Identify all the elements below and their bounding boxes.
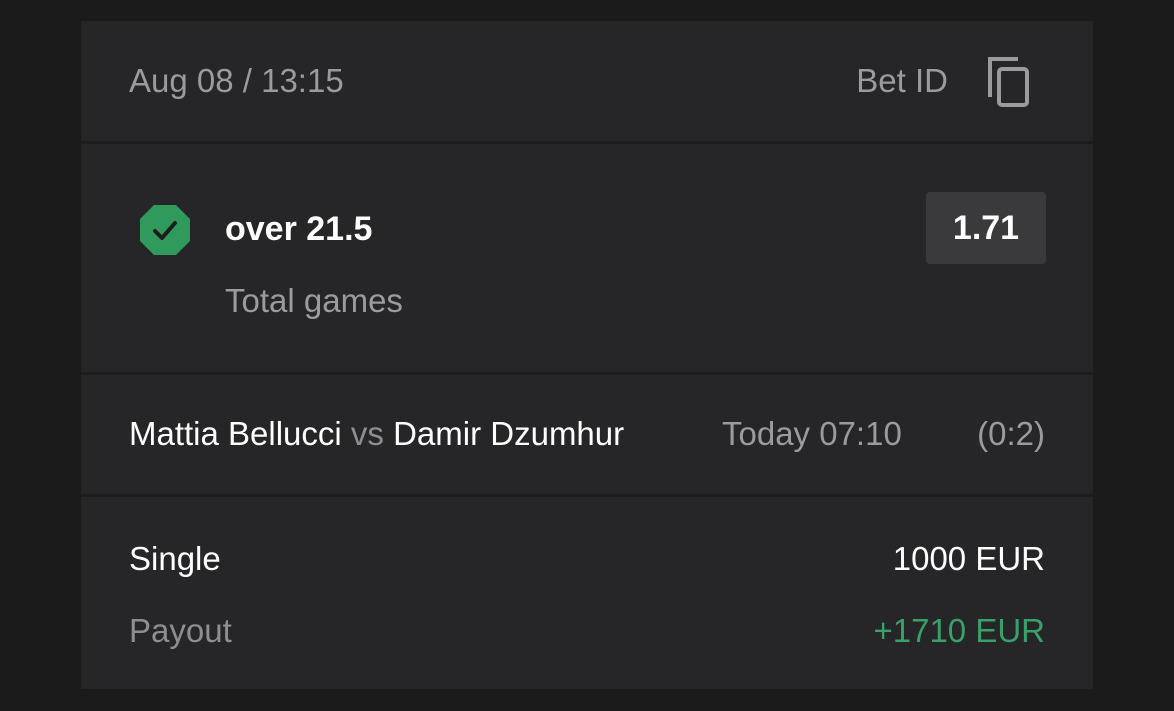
odds-badge: 1.71 — [926, 192, 1046, 264]
vs-label: vs — [350, 415, 384, 452]
match-info: Mattia Bellucci vs Damir Dzumhur Today 0… — [81, 375, 1093, 494]
bet-summary: Single 1000 EUR Payout +1710 EUR — [81, 497, 1093, 689]
match-players[interactable]: Mattia Bellucci vs Damir Dzumhur — [129, 412, 624, 456]
selection-name: over 21.5 — [225, 210, 373, 248]
copy-icon — [988, 57, 1029, 107]
bet-selection: over 21.5 Total games 1.71 — [81, 144, 1093, 372]
copy-bet-id-button[interactable] — [986, 55, 1036, 109]
bet-date-time: Aug 08 / 13:15 — [129, 62, 344, 99]
bet-card: Aug 08 / 13:15 Bet ID over 21.5 Total ga… — [81, 21, 1093, 689]
payout-amount: +1710 EUR — [873, 612, 1045, 649]
selection-market: Total games — [225, 282, 403, 319]
match-time: Today 07:10 — [722, 415, 902, 452]
bet-header: Aug 08 / 13:15 Bet ID — [81, 21, 1093, 141]
bet-id-label: Bet ID — [856, 62, 948, 99]
player-one: Mattia Bellucci — [129, 415, 342, 452]
payout-label: Payout — [129, 612, 232, 649]
stake-amount: 1000 EUR — [892, 540, 1045, 577]
bet-type: Single — [129, 540, 221, 577]
player-two: Damir Dzumhur — [393, 415, 625, 452]
match-score: (0:2) — [977, 415, 1045, 452]
check-octagon-icon — [139, 204, 191, 256]
